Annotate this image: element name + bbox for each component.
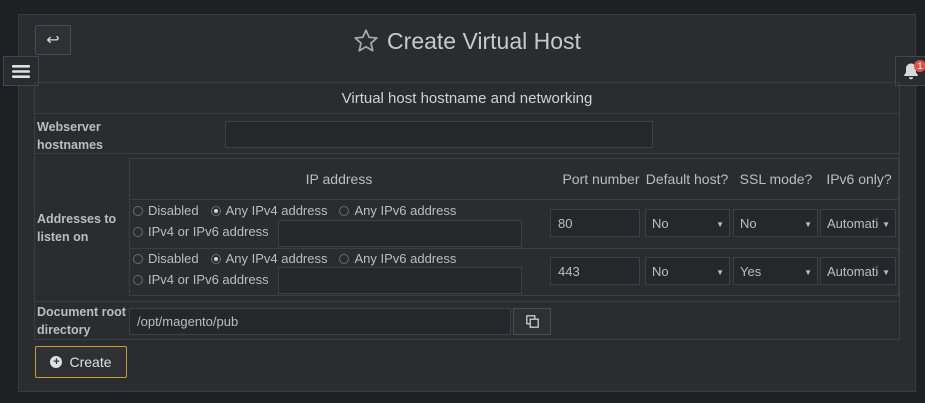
ipv6-only-select-row1[interactable]: Automatic▼: [820, 209, 896, 237]
chevron-down-icon: ▼: [882, 268, 890, 277]
ip-address-input-row2[interactable]: [278, 267, 522, 294]
hostname-networking-section: Virtual host hostname and networking Web…: [34, 82, 900, 340]
header-ip-address: IP address: [305, 170, 373, 187]
chevron-down-icon: ▼: [716, 268, 724, 277]
radio-any-ipv6-row1[interactable]: Any IPv6 address: [339, 203, 456, 218]
header-ssl-mode: SSL mode?: [739, 170, 813, 187]
port-input-row1[interactable]: 80: [550, 209, 640, 237]
table-row-2-radio-either: IPv4 or IPv6 address: [133, 272, 277, 287]
radio-any-ipv4-row1[interactable]: Any IPv4 address: [210, 203, 327, 218]
chevron-down-icon: ▼: [716, 220, 724, 229]
ip-address-input-row1[interactable]: [278, 220, 522, 247]
port-input-row2[interactable]: 443: [550, 257, 640, 285]
section-title: Virtual host hostname and networking: [35, 83, 899, 114]
radio-any-ipv6-row2[interactable]: Any IPv6 address: [339, 251, 456, 266]
ssl-mode-select-row2[interactable]: Yes ▼: [733, 257, 818, 285]
radio-disabled-row1[interactable]: Disabled: [133, 203, 199, 218]
page-title: Create Virtual Host: [387, 27, 581, 54]
hamburger-menu-icon: [12, 64, 30, 78]
docroot-input[interactable]: /opt/magento/pub: [129, 308, 511, 335]
radio-any-ipv4-row2[interactable]: Any IPv4 address: [210, 251, 327, 266]
default-host-select-row2[interactable]: No ▼: [645, 257, 730, 285]
table-row-2-radios: Disabled Any IPv4 address Any IPv6 addre…: [133, 251, 464, 266]
notification-badge: 1: [914, 60, 925, 72]
plus-circle-icon: +: [50, 356, 63, 368]
file-chooser-icon: [525, 315, 539, 328]
docroot-label: Document root directory: [37, 305, 126, 337]
row-divider: [35, 301, 899, 302]
star-icon[interactable]: [353, 28, 379, 54]
ipv6-only-select-row2[interactable]: Automatic▼: [820, 257, 896, 285]
default-host-select-row1[interactable]: No ▼: [645, 209, 730, 237]
hostnames-label: Webserver hostnames: [37, 120, 103, 152]
header-port-number: Port number: [562, 170, 640, 187]
row-divider: [35, 153, 899, 154]
chevron-down-icon: ▼: [882, 220, 890, 229]
addresses-label: Addresses to listen on: [37, 212, 117, 244]
row-divider: [130, 248, 898, 249]
create-button[interactable]: + Create: [35, 346, 127, 378]
header-ipv6-only: IPv6 only?: [826, 170, 892, 187]
radio-ipv4-or-ipv6-row2[interactable]: IPv4 or IPv6 address: [133, 272, 269, 287]
ssl-mode-select-row1[interactable]: No ▼: [733, 209, 818, 237]
hostnames-input[interactable]: [225, 121, 653, 148]
table-row-1-radio-either: IPv4 or IPv6 address: [133, 224, 277, 239]
addresses-table: IP address Port number Default host? SSL…: [129, 158, 899, 296]
row-divider: [130, 199, 898, 200]
page-header: Create Virtual Host: [19, 25, 915, 57]
chevron-down-icon: ▼: [804, 268, 812, 277]
table-row-1-radios: Disabled Any IPv4 address Any IPv6 addre…: [133, 203, 464, 218]
chevron-down-icon: ▼: [804, 220, 812, 229]
radio-disabled-row2[interactable]: Disabled: [133, 251, 199, 266]
file-chooser-button[interactable]: [513, 308, 551, 335]
radio-ipv4-or-ipv6-row1[interactable]: IPv4 or IPv6 address: [133, 224, 269, 239]
header-default-host: Default host?: [645, 170, 729, 187]
